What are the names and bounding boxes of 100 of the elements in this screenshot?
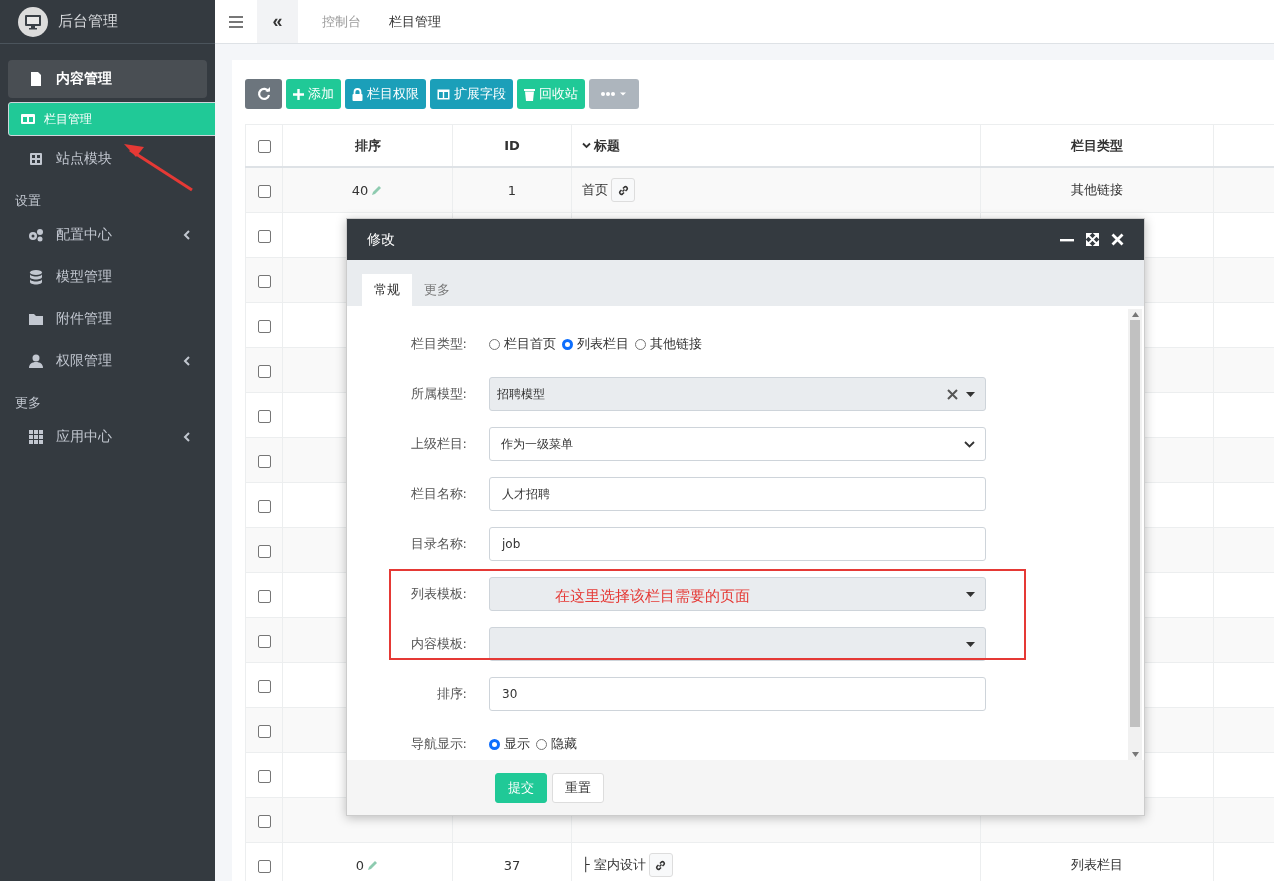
row-checkbox[interactable] [257, 544, 271, 558]
brand-title: 后台管理 [58, 12, 118, 31]
link-icon[interactable] [648, 853, 673, 877]
input-field[interactable]: 30 [489, 677, 986, 711]
monitor-icon [18, 6, 48, 37]
caret-icon [966, 591, 975, 597]
close-icon[interactable] [1111, 233, 1124, 246]
sidebar-item[interactable]: 权限管理 [8, 342, 207, 380]
menu-icon[interactable] [229, 15, 243, 28]
sidebar-item[interactable]: 附件管理 [8, 300, 207, 338]
row-checkbox[interactable] [257, 859, 271, 873]
table-cell: 1 [507, 182, 517, 198]
dialog-tab[interactable]: 更多 [412, 274, 462, 306]
dialog-tab[interactable]: 常规 [362, 274, 412, 306]
database-icon [28, 269, 44, 285]
chevron-left-icon [183, 230, 191, 240]
row-checkbox[interactable] [257, 814, 271, 828]
field-label: 上级栏目: [409, 435, 468, 453]
user-icon [28, 353, 44, 369]
row-checkbox[interactable] [257, 634, 271, 648]
caret-icon [966, 391, 975, 397]
chevron-left-icon [183, 356, 191, 366]
select-field[interactable]: 招聘模型 [489, 377, 986, 411]
grid-icon [28, 429, 44, 445]
row-checkbox[interactable] [257, 229, 271, 243]
field-label: 目录名称: [409, 535, 468, 553]
link-icon[interactable] [611, 178, 635, 202]
row-checkbox[interactable] [257, 724, 271, 738]
columns-icon [20, 111, 36, 127]
column-header: 栏目类型 [1071, 136, 1123, 155]
table-cell: ├ 室内设计 [582, 856, 646, 874]
clear-icon[interactable] [947, 388, 958, 400]
table-cell: 37 [503, 857, 521, 873]
row-checkbox[interactable] [257, 364, 271, 378]
radio-option[interactable]: 列表栏目 [562, 335, 629, 353]
column-header: ID [504, 138, 520, 153]
sidebar-item[interactable]: 模型管理 [8, 258, 207, 296]
gears-icon [28, 227, 44, 243]
grid-icon [28, 151, 44, 167]
row-checkbox[interactable] [257, 589, 271, 603]
row-checkbox[interactable] [257, 769, 271, 783]
input-field[interactable]: 人才招聘 [489, 477, 986, 511]
field-label: 列表模板: [409, 585, 468, 603]
row-checkbox[interactable] [257, 319, 271, 333]
field-label: 栏目类型: [409, 335, 468, 353]
select-field[interactable] [489, 627, 986, 661]
refresh-icon [256, 87, 271, 101]
maximize-icon[interactable] [1086, 233, 1099, 246]
column-header: 标题 [594, 136, 620, 155]
scrollbar[interactable] [1128, 309, 1142, 760]
folder-icon [28, 311, 44, 327]
sort-caret-icon[interactable] [582, 142, 591, 149]
field-label: 排序: [435, 685, 468, 703]
table-cell: 列表栏目 [1071, 857, 1123, 872]
select-all-checkbox[interactable] [257, 140, 271, 153]
field-label: 所属模型: [409, 385, 468, 403]
columns-icon [437, 88, 450, 100]
plus-icon [293, 88, 304, 100]
toolbar-button[interactable] [245, 79, 282, 109]
input-field[interactable]: job [489, 527, 986, 561]
row-checkbox[interactable] [257, 274, 271, 288]
sidebar-item[interactable]: 配置中心 [8, 216, 207, 254]
annotation-arrow [122, 142, 194, 192]
sidebar-item[interactable]: 内容管理 [8, 60, 207, 98]
table-cell: 40 [351, 182, 369, 198]
select-field[interactable] [489, 577, 986, 611]
chevron-left-icon [183, 432, 191, 442]
chevron-down-icon [964, 440, 975, 448]
section-title: 更多 [14, 394, 42, 412]
row-checkbox[interactable] [257, 454, 271, 468]
section-title: 设置 [14, 192, 42, 210]
sidebar-item[interactable]: 站点模块 [8, 140, 207, 178]
scroll-up-icon[interactable] [1131, 312, 1139, 317]
select-field[interactable]: 作为一级菜单 [489, 427, 986, 461]
table-cell: 其他链接 [1071, 182, 1123, 197]
caret-icon [966, 641, 975, 647]
field-label: 导航显示: [409, 735, 468, 753]
file-icon [28, 71, 44, 87]
field-label: 栏目名称: [409, 485, 468, 503]
collapse-tabs-button[interactable]: « [257, 0, 298, 43]
radio-option[interactable]: 显示 [489, 735, 530, 753]
dialog-title: 修改 [367, 230, 396, 249]
table-cell: 0 [355, 857, 365, 873]
table-cell: 首页 [582, 181, 608, 199]
column-header: 排序 [354, 136, 381, 155]
trash-icon [524, 87, 535, 101]
row-checkbox[interactable] [257, 409, 271, 423]
lock-icon [352, 87, 363, 101]
row-checkbox[interactable] [257, 499, 271, 513]
radio-option[interactable]: 栏目首页 [489, 335, 556, 353]
row-checkbox[interactable] [257, 679, 271, 693]
field-label: 内容模板: [409, 635, 468, 653]
radio-option[interactable]: 其他链接 [635, 335, 702, 353]
sidebar-item[interactable]: 应用中心 [8, 418, 207, 456]
row-checkbox[interactable] [257, 184, 271, 198]
more-dropdown-icon [601, 90, 627, 98]
radio-option[interactable]: 隐藏 [536, 735, 577, 753]
page-tab[interactable]: 栏目管理 [375, 0, 455, 43]
reset-button[interactable]: 重置 [552, 772, 604, 803]
annotation-text: 在这里选择该栏目需要的页面 [555, 587, 750, 606]
